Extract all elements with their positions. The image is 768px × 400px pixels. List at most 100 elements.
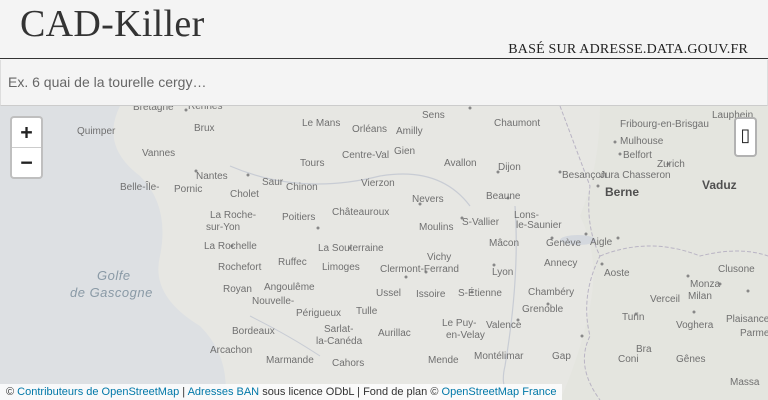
app-header: CAD-Killer BASÉ SUR ADRESSE.DATA.GOUV.FR: [0, 0, 768, 59]
map-label-annecy: Annecy: [544, 258, 577, 269]
map-label-voghera: Voghera: [676, 320, 714, 331]
map-label-quimper: Quimper: [77, 126, 116, 137]
map-label-s-vallier: S-Vallier: [462, 217, 500, 228]
zoom-control: + −: [10, 116, 43, 179]
app-subtitle: BASÉ SUR ADRESSE.DATA.GOUV.FR: [508, 42, 748, 57]
zoom-in-button[interactable]: +: [12, 118, 41, 148]
map-label-sarlat-2: la-Canéda: [316, 336, 363, 347]
map-label-genes: Gênes: [676, 354, 705, 365]
app-title: CAD-Killer: [20, 3, 205, 45]
map-label-chinon: Chinon: [286, 182, 318, 193]
attribution-copyright: ©: [6, 386, 15, 398]
map-label-massa: Massa: [730, 377, 760, 388]
map-label-zurich: Zurich: [657, 159, 685, 170]
attribution-licence: sous licence ODbL | Fond de plan ©: [262, 386, 439, 398]
map-label-poitiers: Poitiers: [282, 212, 315, 223]
map-label-aoste: Aoste: [604, 268, 630, 279]
osm-france-link[interactable]: OpenStreetMap France: [442, 386, 557, 398]
map-label-aurillac: Aurillac: [378, 328, 411, 339]
map-label-nouvelle-aquitaine: Nouvelle-: [252, 296, 294, 307]
map-label-plaisance: Plaisance: [726, 314, 768, 325]
map-label-vaduz: Vaduz: [702, 178, 737, 192]
map-label-coni: Coni: [618, 354, 639, 365]
map-label-marmande: Marmande: [266, 355, 314, 366]
map-label-verceil: Verceil: [650, 294, 680, 305]
map-label-mulhouse: Mulhouse: [620, 136, 664, 147]
map-label-geneve: Genève: [546, 238, 581, 249]
map-label-montelimar: Montélimar: [474, 351, 524, 362]
map-label-gien: Gien: [394, 146, 415, 157]
river: [502, 205, 517, 400]
ban-link[interactable]: Adresses BAN: [188, 386, 260, 398]
map-attribution: © Contributeurs de OpenStreetMap | Adres…: [0, 384, 563, 400]
map-label-la-roche-2: sur-Yon: [206, 222, 240, 233]
map-label-sea-2: de Gascogne: [70, 285, 153, 300]
map-label-le-puy-2: en-Velay: [446, 330, 485, 341]
map-label-chateauroux: Châteauroux: [332, 207, 389, 218]
osm-contributors-link[interactable]: Contributeurs de OpenStreetMap: [17, 386, 179, 398]
map-label-belfort: Belfort: [623, 150, 652, 161]
map-label-berne: Berne: [605, 185, 639, 199]
map-label-la-souterraine: La Souterraine: [318, 243, 384, 254]
map-label-clusone: Clusone: [718, 264, 755, 275]
map-label-sens: Sens: [422, 110, 445, 121]
map-label-belle-ile: Belle-Île-: [120, 180, 159, 193]
map-label-rennes: Rennes: [188, 106, 222, 112]
map-label-jura: Jura Chasseron: [600, 170, 671, 181]
map-label-s-etienne: S-Étienne: [458, 286, 502, 299]
map-label-gap: Gap: [552, 351, 571, 362]
map-label-sarlat: Sarlat-: [324, 324, 353, 335]
map-label-fribourg: Fribourg-en-Brisgau: [620, 119, 709, 130]
map-label-cahors: Cahors: [332, 358, 364, 369]
map-label-chambery: Chambéry: [528, 287, 574, 298]
map-label-moulins: Moulins: [419, 222, 453, 233]
map-label-monza: Monza: [690, 279, 720, 290]
map-label-vichy: Vichy: [427, 252, 451, 263]
map-label-lyon: Lyon: [492, 267, 513, 278]
map-label-grenoble: Grenoble: [522, 304, 564, 315]
address-search-input[interactable]: [2, 60, 752, 104]
map-label-sea-1: Golfe: [97, 268, 131, 283]
map-label-aigle: Aigle: [590, 237, 613, 248]
address-search-bar: [0, 60, 768, 106]
attribution-separator: |: [182, 386, 186, 398]
map-label-cholet: Cholet: [230, 189, 259, 200]
map-label-perigueux: Périgueux: [296, 308, 341, 319]
map-view[interactable]: Bretagne Rennes Le Mans Orléans Sens Cha…: [0, 106, 768, 400]
map-label-centre: Centre-Val: [342, 150, 389, 161]
map-label-nantes: Nantes: [196, 171, 228, 182]
map-label-clermont: Clermont-Ferrand: [380, 264, 459, 275]
map-label-la-rochelle: La Rochelle: [204, 241, 257, 252]
map-label-vierzon: Vierzon: [361, 178, 395, 189]
map-label-le-mans: Le Mans: [302, 118, 340, 129]
map-label-ruffec: Ruffec: [278, 257, 307, 268]
map-label-amilly: Amilly: [396, 126, 423, 137]
map-label-saur: Saur: [262, 177, 284, 188]
map-label-vannes: Vannes: [142, 148, 175, 159]
map-label-rochefort: Rochefort: [218, 262, 262, 273]
map-label-nevers: Nevers: [412, 194, 444, 205]
map-label-chaumont: Chaumont: [494, 118, 540, 129]
map-label-valence: Valence: [486, 320, 522, 331]
map-label-avallon: Avallon: [444, 158, 477, 169]
map-label-royan: Royan: [223, 284, 252, 295]
map-label-beaune: Beaune: [486, 191, 521, 202]
map-label-limoges: Limoges: [322, 262, 360, 273]
map-label-brux: Brux: [194, 123, 215, 134]
map-label-arcachon: Arcachon: [210, 345, 252, 356]
map-label-la-roche: La Roche-: [210, 210, 256, 221]
map-label-turin: Turin: [622, 312, 644, 323]
map-label-dijon: Dijon: [498, 162, 521, 173]
map-label-bordeaux: Bordeaux: [232, 326, 275, 337]
map-label-bretagne: Bretagne: [133, 106, 174, 113]
map-basemap: Bretagne Rennes Le Mans Orléans Sens Cha…: [0, 106, 768, 400]
map-label-ussel: Ussel: [376, 288, 401, 299]
map-label-parme: Parme: [740, 328, 768, 339]
map-label-milan: Milan: [688, 291, 712, 302]
map-label-tours: Tours: [300, 158, 324, 169]
layers-toggle-button[interactable]: ▯: [734, 117, 757, 157]
map-label-issoire: Issoire: [416, 289, 446, 300]
map-label-mende: Mende: [428, 355, 459, 366]
map-label-tulle: Tulle: [356, 306, 378, 317]
zoom-out-button[interactable]: −: [12, 148, 41, 177]
